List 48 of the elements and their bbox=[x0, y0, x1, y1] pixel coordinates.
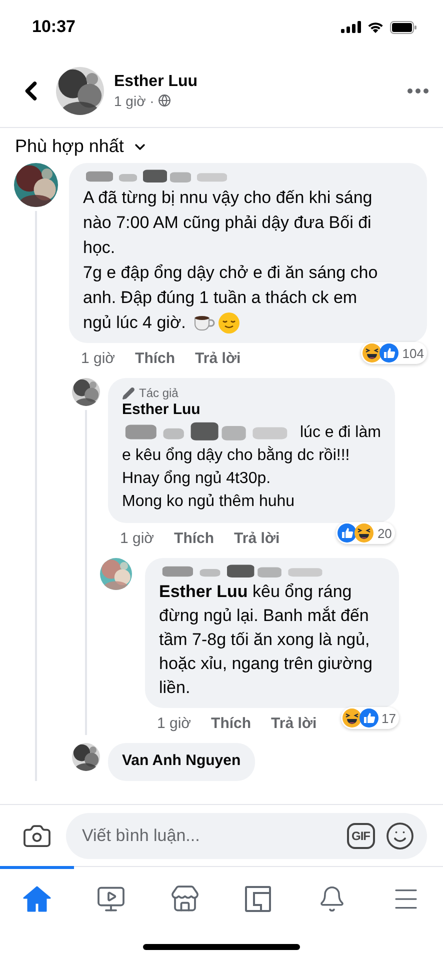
reaction-summary[interactable]: 17 bbox=[340, 707, 399, 729]
author-label: Tác giả bbox=[139, 386, 178, 400]
emoji-icon[interactable] bbox=[385, 820, 415, 850]
comment-text: lúc e đi làm bbox=[300, 422, 381, 442]
pencil-icon bbox=[122, 386, 135, 400]
coffee-cup-icon bbox=[192, 314, 216, 332]
like-link[interactable]: Thích bbox=[135, 350, 176, 366]
post-author: Esther Luu bbox=[114, 72, 199, 90]
comment-text: ngủ lúc 4 giờ. bbox=[83, 312, 186, 334]
like-link[interactable]: Thích bbox=[211, 714, 252, 732]
reaction-summary[interactable]: 20 bbox=[336, 522, 395, 544]
comment-time: 1 giờ bbox=[120, 530, 154, 546]
status-time: 10:37 bbox=[32, 17, 76, 37]
sort-dropdown[interactable]: Phù hợp nhất bbox=[0, 128, 163, 163]
comment-text: A đã từng bị nnu vậy cho đến khi sáng nào 7:00 AM cũng phải dậy đưa Bối đi học. bbox=[83, 187, 374, 259]
comment-time: 1 giờ bbox=[157, 714, 192, 732]
comment-time: 1 giờ bbox=[81, 350, 116, 366]
like-icon bbox=[379, 343, 400, 363]
comment-author: Van Anh Nguyen bbox=[122, 751, 241, 771]
post-time: 1 giờ · bbox=[114, 92, 154, 108]
globe-icon bbox=[158, 94, 172, 107]
comment-text: Mong ko ngủ thêm huhu bbox=[122, 492, 295, 512]
comment-text: e kêu ổng dậy cho bằng dc rồi!!! bbox=[122, 445, 350, 466]
more-icon bbox=[407, 88, 429, 94]
gif-button[interactable]: GIF bbox=[346, 822, 375, 848]
reply-link[interactable]: Trả lời bbox=[195, 350, 241, 366]
more-button[interactable] bbox=[407, 88, 429, 94]
reply-link[interactable]: Trả lời bbox=[271, 714, 317, 732]
comment-field[interactable]: Viết bình luận... GIF bbox=[66, 812, 427, 858]
bell-icon bbox=[318, 884, 346, 912]
battery-icon bbox=[390, 20, 417, 34]
comment-text: Hnay ổng ngủ 4t30p. bbox=[122, 469, 271, 489]
like-link[interactable]: Thích bbox=[174, 530, 214, 546]
laughing-face-icon bbox=[362, 343, 382, 363]
signal-icon bbox=[341, 21, 361, 33]
reaction-summary[interactable]: 104 bbox=[361, 342, 427, 364]
comment-author: Esther Luu bbox=[122, 400, 202, 420]
wifi-icon bbox=[367, 21, 384, 33]
square-icon bbox=[244, 884, 272, 912]
comment-text: Esther Luu kêu ổng ráng đừng ngủ lại. Banh mắt đến tầm 7-8g tối ăn xong là ngủ, hoặc xỉu, ngang trên giường liền. bbox=[159, 581, 374, 699]
smiling-face-icon bbox=[218, 312, 240, 334]
reply-link[interactable]: Trả lời bbox=[234, 530, 280, 546]
like-icon bbox=[337, 523, 358, 543]
like-icon bbox=[358, 708, 379, 728]
laughing-face-icon bbox=[342, 708, 362, 728]
laughing-face-icon bbox=[354, 523, 374, 543]
home-icon bbox=[22, 886, 51, 912]
shop-icon bbox=[170, 884, 200, 914]
